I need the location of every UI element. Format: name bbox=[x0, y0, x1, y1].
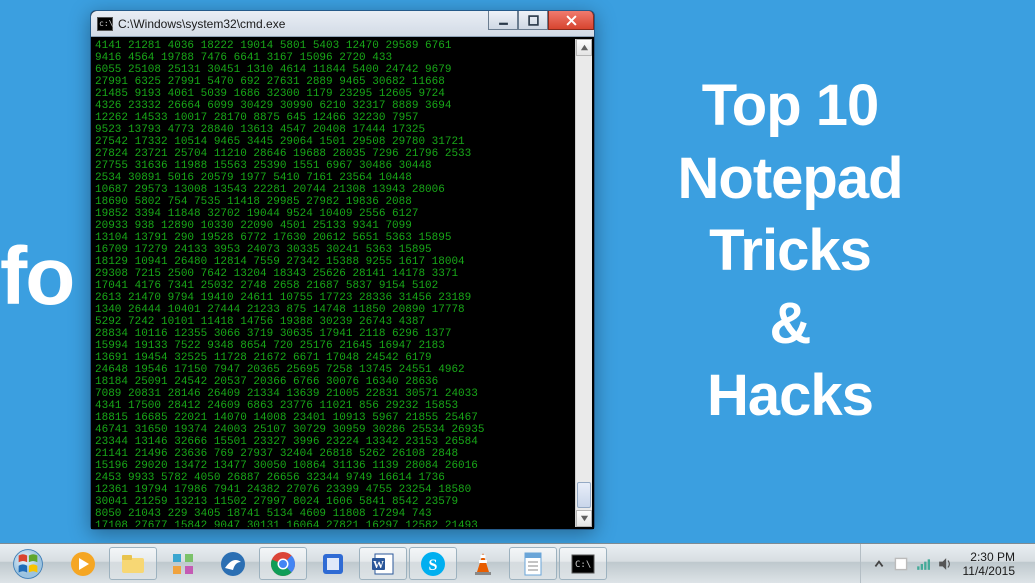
scroll-thumb[interactable] bbox=[577, 482, 591, 508]
clock[interactable]: 2:30 PM 11/4/2015 bbox=[963, 550, 1016, 578]
clock-date: 11/4/2015 bbox=[963, 564, 1016, 578]
tray-network-icon[interactable] bbox=[915, 556, 931, 572]
taskbar-item-aimp[interactable] bbox=[59, 547, 107, 580]
cmd-body[interactable]: 4141 21281 4036 18222 19014 5801 5403 12… bbox=[91, 37, 594, 529]
taskbar-item-thunderbird[interactable] bbox=[209, 547, 257, 580]
taskbar-item-skype[interactable]: S bbox=[409, 547, 457, 580]
titlebar[interactable]: C:\Windows\system32\cmd.exe bbox=[91, 11, 594, 37]
tray-flag-icon[interactable] bbox=[893, 556, 909, 572]
svg-text:W: W bbox=[373, 559, 384, 571]
taskbar-item-unknown-blue[interactable] bbox=[309, 547, 357, 580]
background-cutoff-text: fo bbox=[0, 230, 73, 324]
taskbar-item-app-group[interactable] bbox=[159, 547, 207, 580]
headline-text: Top 10 Notepad Tricks & Hacks bbox=[595, 70, 985, 433]
clock-time: 2:30 PM bbox=[963, 550, 1016, 564]
taskbar[interactable]: W S C:\ 2:30 PM 11/4/2015 bbox=[0, 543, 1035, 583]
minimize-button[interactable] bbox=[488, 11, 518, 30]
scrollbar[interactable] bbox=[575, 39, 592, 527]
taskbar-item-explorer[interactable] bbox=[109, 547, 157, 580]
cmd-output: 4141 21281 4036 18222 19014 5801 5403 12… bbox=[93, 39, 592, 529]
taskbar-item-vlc[interactable] bbox=[459, 547, 507, 580]
taskbar-item-cmd[interactable]: C:\ bbox=[559, 547, 607, 580]
cmd-icon bbox=[97, 17, 113, 31]
svg-text:C:\: C:\ bbox=[575, 560, 591, 570]
svg-text:S: S bbox=[429, 557, 438, 574]
close-button[interactable] bbox=[548, 11, 594, 30]
start-button[interactable] bbox=[0, 544, 56, 583]
taskbar-item-chrome[interactable] bbox=[259, 547, 307, 580]
taskbar-item-notepad[interactable] bbox=[509, 547, 557, 580]
scroll-track[interactable] bbox=[576, 56, 592, 510]
scroll-up-button[interactable] bbox=[576, 39, 592, 56]
tray-volume-icon[interactable] bbox=[937, 556, 953, 572]
scroll-down-button[interactable] bbox=[576, 510, 592, 527]
taskbar-item-word[interactable]: W bbox=[359, 547, 407, 580]
cmd-window[interactable]: C:\Windows\system32\cmd.exe 4141 21281 4… bbox=[90, 10, 595, 530]
maximize-button[interactable] bbox=[518, 11, 548, 30]
system-tray[interactable]: 2:30 PM 11/4/2015 bbox=[860, 544, 1035, 583]
tray-chevron-icon[interactable] bbox=[871, 556, 887, 572]
window-title: C:\Windows\system32\cmd.exe bbox=[118, 17, 488, 31]
taskbar-items: W S C:\ bbox=[56, 544, 860, 583]
tray-icons[interactable] bbox=[871, 556, 953, 572]
